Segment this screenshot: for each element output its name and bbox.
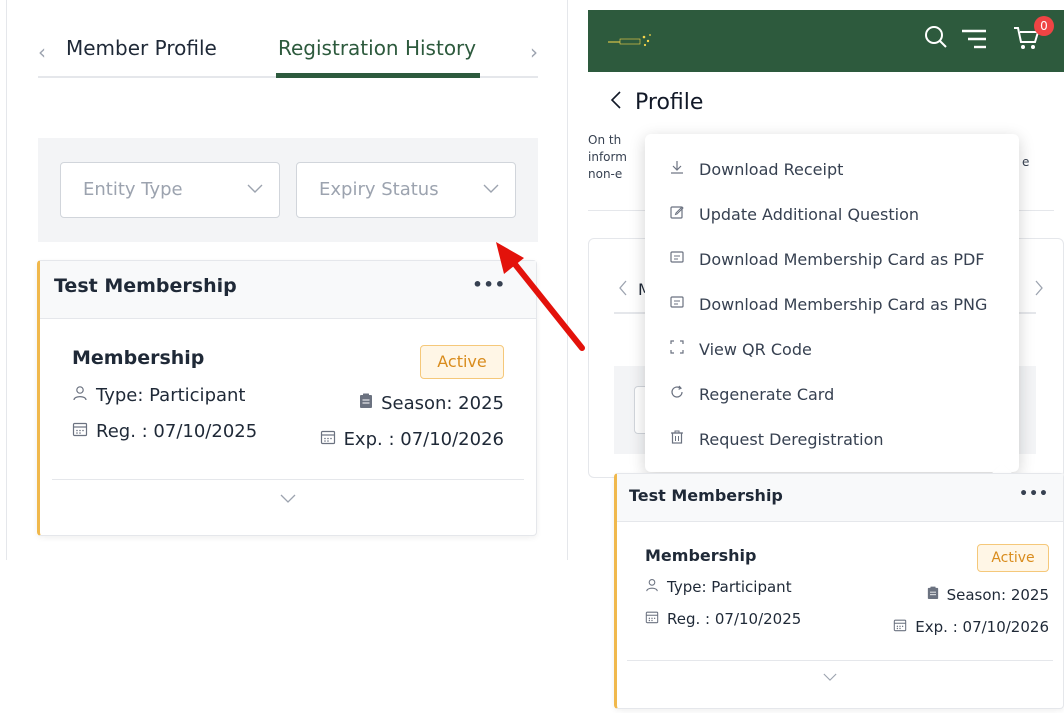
user-icon xyxy=(645,578,659,596)
menu-item-download-receipt[interactable]: Download Receipt xyxy=(669,154,843,184)
desc-line-1: On th xyxy=(588,133,622,147)
refresh-icon xyxy=(669,385,685,403)
calendar-icon xyxy=(72,421,88,442)
type-text: Type: Participant xyxy=(667,578,792,596)
season-row: Season: 2025 xyxy=(359,393,504,414)
app-header: 0 xyxy=(588,10,1064,72)
brand-logo xyxy=(608,32,656,50)
menu-item-label: Download Receipt xyxy=(699,159,844,179)
menu-item-label: Update Additional Question xyxy=(699,204,919,224)
menu-item-label: View QR Code xyxy=(699,339,812,359)
expiry-status-placeholder: Expiry Status xyxy=(319,179,439,200)
menu-item-update-question[interactable]: Update Additional Question xyxy=(669,199,919,229)
exp-text: Exp. : 07/10/2026 xyxy=(915,618,1049,636)
reg-row: Reg. : 07/10/2025 xyxy=(72,421,257,442)
menu-item-label: Download Membership Card as PNG xyxy=(699,294,988,314)
divider xyxy=(567,0,568,560)
type-row: Type: Participant xyxy=(645,578,792,596)
season-row: Season: 2025 xyxy=(927,586,1049,604)
more-options-icon[interactable]: ••• xyxy=(472,275,506,294)
more-options-icon[interactable]: ••• xyxy=(1019,486,1049,502)
mobile-view-panel: 0 Profile On th inform non-e e M Downloa… xyxy=(588,10,1064,713)
desc-line-2: inform xyxy=(588,150,627,164)
edit-icon xyxy=(669,205,685,223)
card-header: Test Membership ••• xyxy=(40,261,536,319)
trash-icon xyxy=(669,430,685,448)
menu-item-request-deregistration[interactable]: Request Deregistration xyxy=(669,424,884,454)
user-icon xyxy=(72,385,88,406)
search-icon[interactable] xyxy=(924,24,948,54)
clipboard-icon xyxy=(359,393,373,414)
membership-type: Membership xyxy=(645,546,757,565)
card-icon xyxy=(669,296,685,312)
menu-item-label: Request Deregistration xyxy=(699,429,884,449)
active-tab-indicator xyxy=(276,73,480,78)
entity-type-select[interactable]: Entity Type xyxy=(60,162,280,218)
left-panel: ‹ Member Profile Registration History › … xyxy=(0,0,568,713)
filter-panel: Entity Type Expiry Status xyxy=(38,138,538,242)
type-row: Type: Participant xyxy=(72,385,245,406)
season-text: Season: 2025 xyxy=(381,393,504,414)
tab-member-profile[interactable]: Member Profile xyxy=(66,36,217,60)
chevron-right-icon[interactable]: › xyxy=(530,40,538,64)
exp-text: Exp. : 07/10/2026 xyxy=(343,429,504,450)
reg-text: Reg. : 07/10/2025 xyxy=(96,421,258,442)
expand-chevron-icon[interactable] xyxy=(823,670,837,686)
card-actions-menu: Download Receipt Update Additional Quest… xyxy=(645,134,1019,472)
exp-row: Exp. : 07/10/2026 xyxy=(893,618,1049,636)
entity-type-placeholder: Entity Type xyxy=(83,179,183,200)
profile-tabs: ‹ Member Profile Registration History › xyxy=(38,26,538,78)
menu-icon[interactable] xyxy=(960,28,988,54)
menu-item-label: Regenerate Card xyxy=(699,384,835,404)
card-title: Test Membership xyxy=(629,486,783,505)
profile-description: On th inform non-e xyxy=(588,132,627,183)
qr-code-icon xyxy=(669,340,685,358)
chevron-down-icon xyxy=(483,179,499,198)
reg-text: Reg. : 07/10/2025 xyxy=(667,610,802,628)
expand-chevron-icon[interactable] xyxy=(280,489,296,508)
clipboard-icon xyxy=(927,586,939,604)
page-title: Profile xyxy=(610,90,703,115)
desc-line-3: non-e xyxy=(588,167,623,181)
status-badge: Active xyxy=(977,544,1049,572)
menu-item-download-card-png[interactable]: Download Membership Card as PNG xyxy=(669,289,987,319)
back-chevron-icon[interactable] xyxy=(610,90,629,115)
menu-item-download-card-pdf[interactable]: Download Membership Card as PDF xyxy=(669,244,985,274)
expiry-status-select[interactable]: Expiry Status xyxy=(296,162,516,218)
profile-title: Profile xyxy=(635,90,704,115)
chevron-right-icon[interactable] xyxy=(1034,280,1044,300)
cart-count-badge: 0 xyxy=(1034,16,1054,36)
chevron-left-icon[interactable] xyxy=(618,280,628,300)
card-divider xyxy=(52,479,524,480)
chevron-down-icon xyxy=(247,179,263,198)
menu-item-view-qr[interactable]: View QR Code xyxy=(669,334,812,364)
divider xyxy=(6,0,7,560)
membership-type: Membership xyxy=(72,347,205,369)
desc-line-end: e xyxy=(1022,155,1030,169)
download-icon xyxy=(669,160,685,178)
card-title: Test Membership xyxy=(54,275,237,297)
exp-row: Exp. : 07/10/2026 xyxy=(320,429,504,450)
card-divider xyxy=(627,660,1053,661)
reg-row: Reg. : 07/10/2025 xyxy=(645,610,801,628)
calendar-icon xyxy=(645,610,659,628)
calendar-icon xyxy=(320,429,336,450)
card-header: Test Membership ••• xyxy=(617,474,1063,522)
status-badge: Active xyxy=(420,345,504,379)
card-icon xyxy=(669,251,685,267)
calendar-icon xyxy=(893,618,907,636)
chevron-left-icon[interactable]: ‹ xyxy=(38,40,46,64)
tab-registration-history[interactable]: Registration History xyxy=(278,36,476,60)
season-text: Season: 2025 xyxy=(946,586,1049,604)
membership-card: Test Membership ••• Membership Active Ty… xyxy=(37,260,537,536)
type-text: Type: Participant xyxy=(96,385,246,406)
menu-item-label: Download Membership Card as PDF xyxy=(699,249,985,269)
menu-item-regenerate-card[interactable]: Regenerate Card xyxy=(669,379,834,409)
membership-card: Test Membership ••• Membership Active Ty… xyxy=(614,473,1064,709)
